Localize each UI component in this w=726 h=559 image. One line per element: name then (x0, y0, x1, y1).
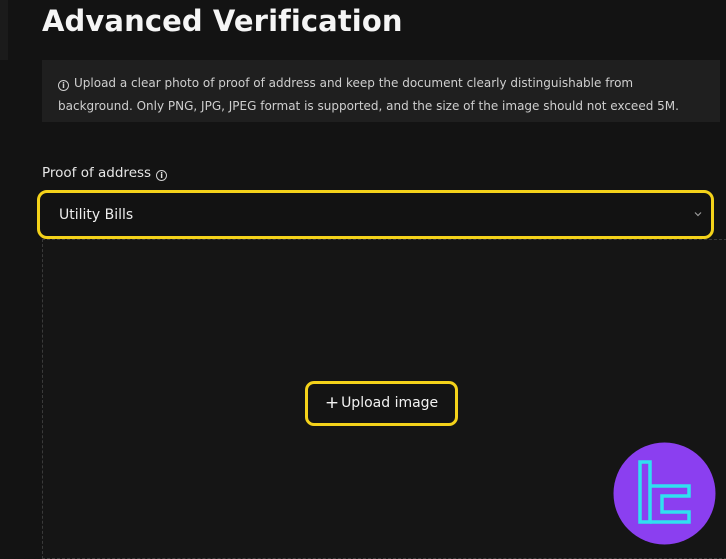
brand-logo (613, 442, 716, 545)
proof-of-address-label: Proof of address i (42, 165, 168, 181)
notice-text: Upload a clear photo of proof of address… (58, 76, 679, 113)
field-label-text: Proof of address (42, 165, 152, 181)
plus-icon: + (324, 393, 340, 413)
left-edge-panel (0, 0, 8, 60)
selected-value: Utility Bills (59, 207, 134, 223)
upload-label: Upload image (341, 395, 439, 411)
info-notice: i Upload a clear photo of proof of addres… (42, 60, 720, 122)
chevron-down-icon (694, 212, 702, 217)
info-icon: i (58, 80, 69, 91)
proof-type-select[interactable]: Utility Bills (37, 190, 714, 239)
info-icon[interactable]: i (156, 170, 168, 181)
page-title: Advanced Verification (42, 4, 403, 38)
upload-image-button[interactable]: + Upload image (305, 381, 458, 426)
